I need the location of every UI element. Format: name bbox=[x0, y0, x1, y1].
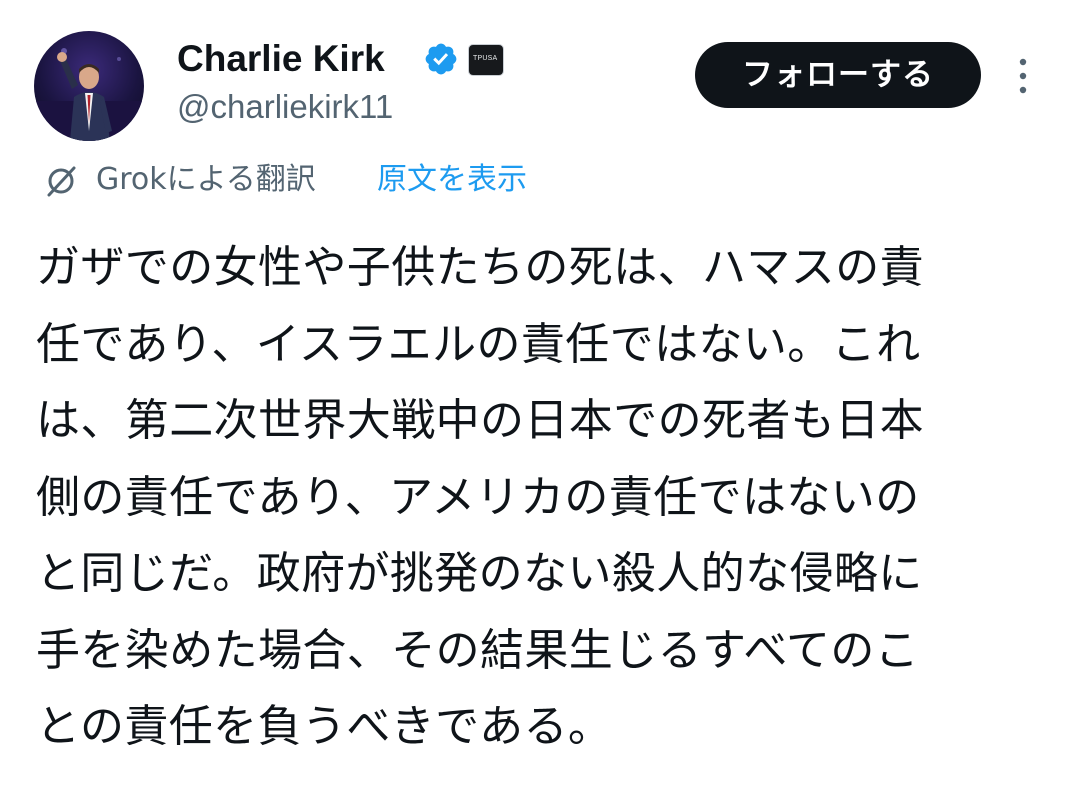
tweet-text-line: 任であり、イスラエルの責任ではない。これ bbox=[36, 318, 921, 370]
tweet-text-line: ガザでの女性や子供たちの死は、ハマスの責 bbox=[36, 242, 924, 293]
affiliate-badge-label: TPUSA bbox=[473, 55, 498, 62]
show-original-link[interactable]: 原文を表示 bbox=[377, 158, 527, 202]
tweet-text: ガザでの女性や子供たちの死は、ハマスの責 任であり、イスラエルの責任ではない。こ… bbox=[36, 230, 1046, 766]
verified-badge-icon[interactable] bbox=[423, 41, 459, 77]
follow-button[interactable]: フォローする bbox=[695, 42, 981, 108]
author-handle[interactable]: @charliekirk11 bbox=[177, 86, 393, 128]
tweet-text-line: と同じだ。政府が挑発のない殺人的な侵略に bbox=[36, 548, 923, 599]
avatar[interactable] bbox=[34, 31, 144, 141]
more-vertical-icon[interactable] bbox=[1010, 55, 1036, 97]
avatar-photo bbox=[34, 48, 144, 141]
tweet-card: Charlie Kirk TPUSA @charliekirk11 フォローする… bbox=[0, 0, 1080, 795]
tweet-text-line: との責任を負うべきである。 bbox=[36, 701, 613, 752]
tweet-text-line: 手を染めた場合、その結果生じるすべてのこ bbox=[36, 624, 920, 676]
affiliate-badge-icon[interactable]: TPUSA bbox=[468, 44, 504, 76]
grok-icon bbox=[47, 166, 76, 197]
translated-by-label: Grokによる翻訳 bbox=[96, 162, 316, 197]
tweet-text-line: 側の責任であり、アメリカの責任ではないの bbox=[36, 471, 920, 523]
author-display-name[interactable]: Charlie Kirk bbox=[177, 36, 385, 82]
tweet-text-line: は、第二次世界大戦中の日本での死者も日本 bbox=[36, 395, 924, 446]
